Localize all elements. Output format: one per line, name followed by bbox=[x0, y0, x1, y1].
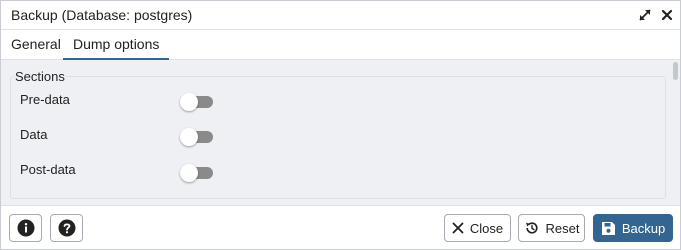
tab-dump-options[interactable]: Dump options bbox=[63, 30, 170, 60]
vertical-scrollbar[interactable] bbox=[673, 62, 678, 202]
dialog-title: Backup (Database: postgres) bbox=[11, 7, 193, 23]
reset-history-icon bbox=[524, 220, 540, 236]
toggle-knob bbox=[180, 93, 198, 111]
toggle-knob bbox=[180, 164, 198, 182]
post-data-toggle[interactable] bbox=[180, 164, 214, 182]
backup-dialog: Backup (Database: postgres) General Dump… bbox=[0, 0, 681, 250]
close-button-label: Close bbox=[469, 220, 504, 236]
question-circle-icon bbox=[58, 219, 76, 237]
toggle-knob bbox=[180, 128, 198, 146]
close-x-icon bbox=[452, 222, 464, 234]
close-x-icon[interactable] bbox=[657, 5, 677, 25]
dialog-titlebar[interactable]: Backup (Database: postgres) bbox=[1, 1, 680, 30]
pre-data-label: Pre-data bbox=[20, 92, 70, 107]
tab-general[interactable]: General bbox=[1, 30, 71, 60]
help-button[interactable] bbox=[50, 214, 83, 242]
info-circle-icon bbox=[17, 219, 35, 237]
sections-fieldset bbox=[10, 76, 666, 199]
dump-options-panel: Sections Pre-data Data Post-data bbox=[1, 60, 680, 205]
close-button[interactable]: Close bbox=[444, 214, 511, 242]
floppy-disk-icon bbox=[601, 221, 616, 236]
backup-button[interactable]: Backup bbox=[593, 214, 673, 242]
backup-button-label: Backup bbox=[621, 220, 666, 236]
reset-button[interactable]: Reset bbox=[518, 214, 585, 242]
reset-button-label: Reset bbox=[545, 220, 580, 236]
scrollbar-thumb[interactable] bbox=[673, 62, 678, 80]
expand-arrows-icon[interactable] bbox=[635, 5, 655, 25]
pre-data-toggle[interactable] bbox=[180, 93, 214, 111]
post-data-label: Post-data bbox=[20, 162, 76, 177]
sections-legend: Sections bbox=[14, 69, 66, 84]
data-toggle[interactable] bbox=[180, 128, 214, 146]
info-button[interactable] bbox=[9, 214, 42, 242]
data-label: Data bbox=[20, 127, 48, 142]
tab-bar: General Dump options bbox=[1, 30, 680, 60]
dialog-footer: Close Reset Backup bbox=[1, 205, 680, 249]
